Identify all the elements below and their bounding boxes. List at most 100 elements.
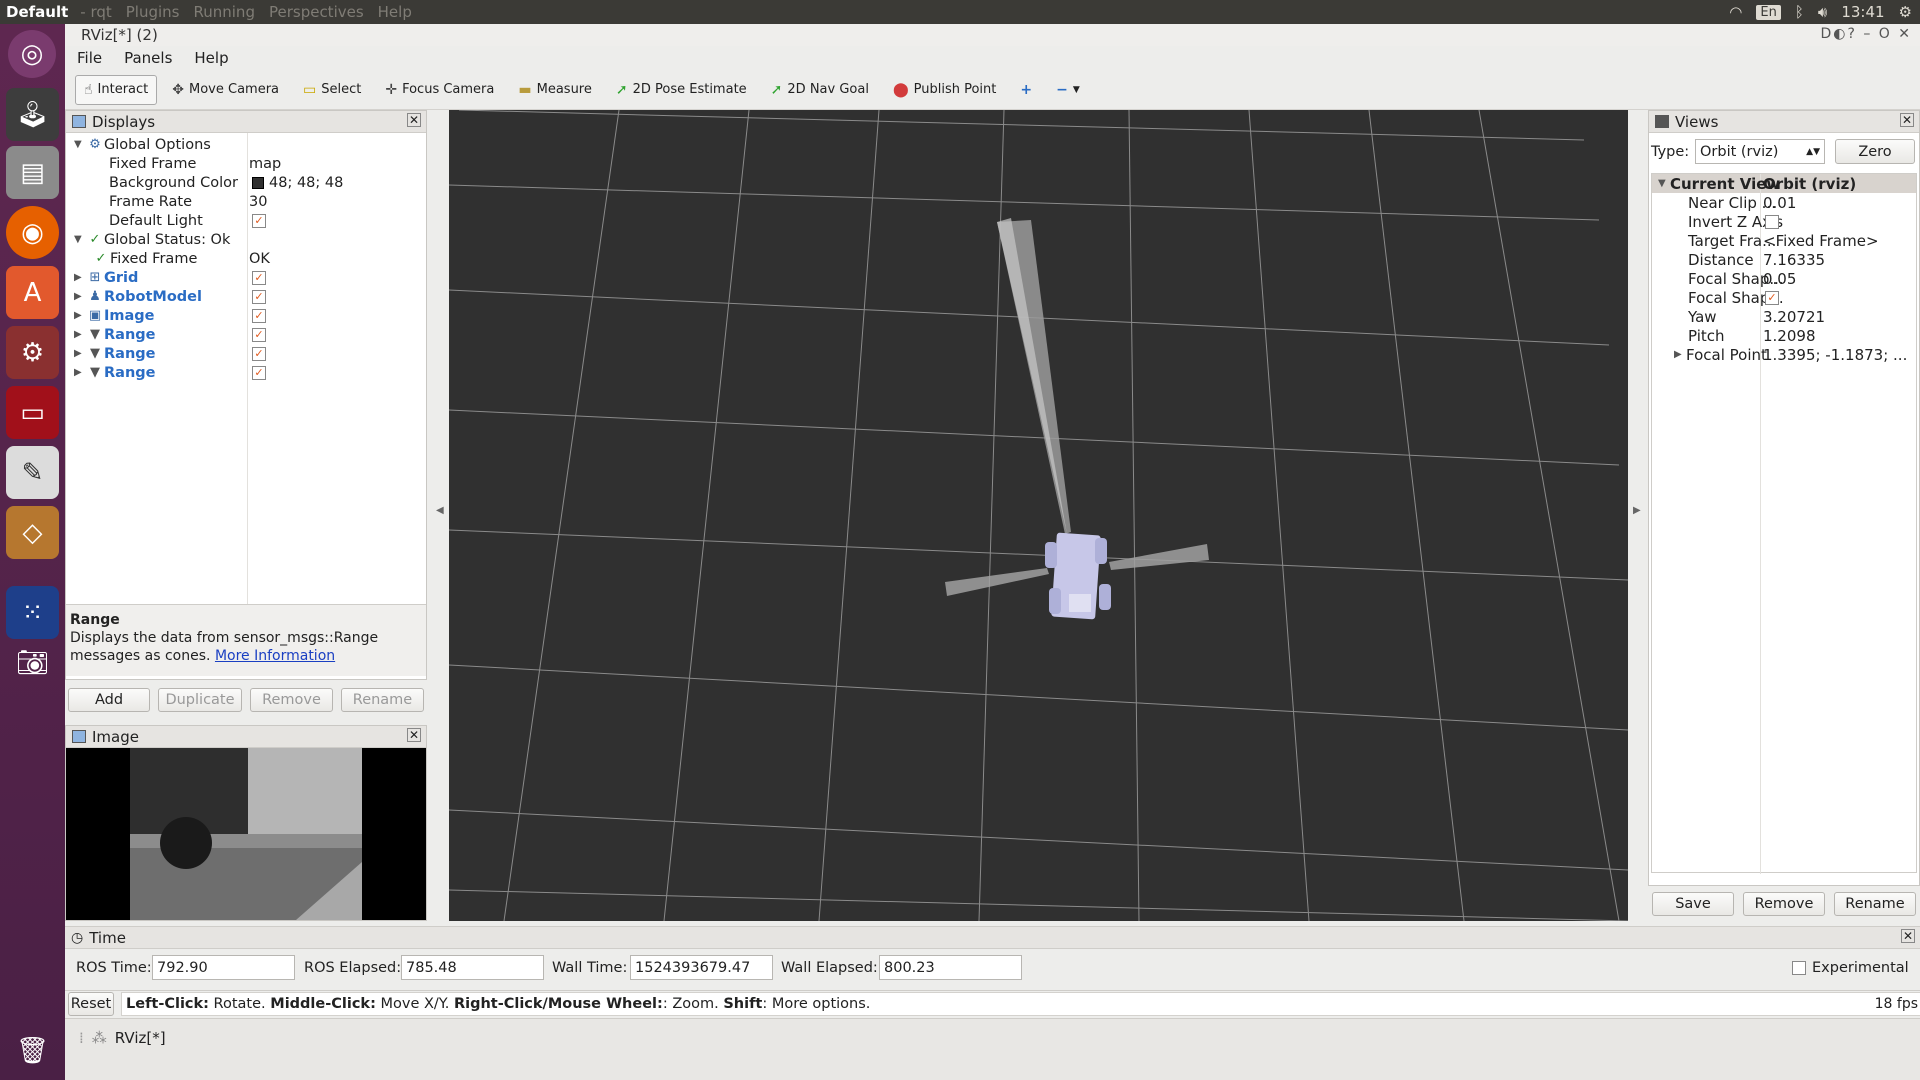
focus-camera-tool[interactable]: ✛ Focus Camera xyxy=(376,75,503,105)
yaw-value[interactable]: 3.20721 xyxy=(1763,307,1825,326)
collapse-arrow-icon[interactable]: ▶ xyxy=(1674,349,1686,360)
pitch-value[interactable]: 1.2098 xyxy=(1763,326,1816,345)
rename-view-button[interactable]: Rename xyxy=(1834,892,1916,916)
fixed-frame-value[interactable]: map xyxy=(249,154,281,173)
range-1-checkbox[interactable]: ✓ xyxy=(252,325,266,344)
remove-display-button[interactable]: Remove xyxy=(250,688,333,712)
menu-rqt[interactable]: - rqt xyxy=(80,3,112,21)
3d-scene[interactable] xyxy=(449,110,1628,921)
range-3-checkbox[interactable]: ✓ xyxy=(252,363,266,382)
close-icon[interactable]: ✕ xyxy=(1900,113,1914,127)
menu-plugins[interactable]: Plugins xyxy=(126,3,180,21)
default-light-checkbox[interactable]: ✓ xyxy=(252,211,266,230)
nav-goal-tool[interactable]: ➚ 2D Nav Goal xyxy=(762,75,878,105)
tree-row-range-3[interactable]: ▶ ▼ Range xyxy=(74,363,156,382)
remove-tool-button[interactable]: − ▼ xyxy=(1047,75,1089,105)
range-2-checkbox[interactable]: ✓ xyxy=(252,344,266,363)
focal-point-value[interactable]: 1.3395; -1.1873; ... xyxy=(1763,345,1907,364)
experimental-checkbox[interactable] xyxy=(1792,960,1806,975)
close-icon[interactable]: ✕ xyxy=(1901,929,1915,943)
color-swatch[interactable] xyxy=(252,176,264,189)
tree-row-robotmodel[interactable]: ▶ ♟ RobotModel xyxy=(74,287,202,306)
close-icon[interactable]: ✕ xyxy=(407,728,421,742)
settings-gear-icon[interactable]: ⚙ xyxy=(1899,3,1912,21)
add-tool-button[interactable]: + xyxy=(1011,75,1041,105)
text-editor-icon[interactable]: ✎ xyxy=(6,446,59,499)
presentation-app-icon[interactable]: ▭ xyxy=(6,386,59,439)
expand-arrow-icon[interactable]: ▼ xyxy=(74,234,86,245)
expand-arrow-icon[interactable]: ▼ xyxy=(74,139,86,150)
clock[interactable]: 13:41 xyxy=(1841,3,1884,21)
ubuntu-dash-icon[interactable]: ◎ xyxy=(8,30,56,78)
window-controls[interactable]: D◐? – O ✕ xyxy=(1820,26,1912,42)
invert-z-checkbox[interactable] xyxy=(1765,212,1779,231)
distance-value[interactable]: 7.16335 xyxy=(1763,250,1825,269)
right-dock-splitter[interactable]: ▶ xyxy=(1633,505,1641,516)
collapse-arrow-icon[interactable]: ▶ xyxy=(74,329,86,340)
robotmodel-checkbox[interactable]: ✓ xyxy=(252,287,266,306)
bg-color-value[interactable]: 48; 48; 48 xyxy=(252,173,343,192)
tree-row-range-1[interactable]: ▶ ▼ Range xyxy=(74,325,156,344)
collapse-arrow-icon[interactable]: ▶ xyxy=(74,291,86,302)
tree-row-image[interactable]: ▶ ▣ Image xyxy=(74,306,155,325)
menu-panels[interactable]: Panels xyxy=(124,49,172,67)
box-app-icon[interactable]: ◇ xyxy=(6,506,59,559)
zero-button[interactable]: Zero xyxy=(1835,139,1915,164)
render-viewport[interactable] xyxy=(449,110,1628,921)
tree-row-global-status[interactable]: ▼ ✓ Global Status: Ok xyxy=(74,230,230,249)
close-icon[interactable]: ✕ xyxy=(407,113,421,127)
near-clip-value[interactable]: 0.01 xyxy=(1763,193,1796,212)
collapse-arrow-icon[interactable]: ▶ xyxy=(74,310,86,321)
view-type-select[interactable]: Orbit (rviz) ▲▼ xyxy=(1695,139,1825,164)
menu-running[interactable]: Running xyxy=(194,3,255,21)
trash-icon[interactable]: 🗑︎ xyxy=(6,1024,59,1077)
taskbar-item-rviz[interactable]: ⁞ ⁂ RViz[*] xyxy=(79,1029,166,1047)
volume-icon[interactable]: 🔊︎ xyxy=(1818,3,1827,21)
select-tool[interactable]: ▭ Select xyxy=(294,75,370,105)
firefox-icon[interactable]: ◉ xyxy=(6,206,59,259)
software-center-icon[interactable]: A xyxy=(6,266,59,319)
more-information-link[interactable]: More Information xyxy=(215,648,335,664)
screenshot-icon[interactable]: 📷︎ xyxy=(6,636,59,689)
target-frame-value[interactable]: <Fixed Frame> xyxy=(1763,231,1879,250)
ros-elapsed-field[interactable]: 785.48 xyxy=(401,955,544,980)
collapse-arrow-icon[interactable]: ▶ xyxy=(74,272,86,283)
duplicate-display-button[interactable]: Duplicate xyxy=(158,688,242,712)
tree-row-grid[interactable]: ▶ ⊞ Grid xyxy=(74,268,138,287)
menu-perspectives[interactable]: Perspectives xyxy=(269,3,364,21)
rename-display-button[interactable]: Rename xyxy=(341,688,424,712)
ros-time-field[interactable]: 792.90 xyxy=(152,955,295,980)
frame-rate-value[interactable]: 30 xyxy=(249,192,267,211)
measure-tool[interactable]: ▬ Measure xyxy=(509,75,600,105)
app-grid-icon[interactable]: ⁙ xyxy=(6,586,59,639)
tree-row-range-2[interactable]: ▶ ▼ Range xyxy=(74,344,156,363)
expand-arrow-icon[interactable]: ▼ xyxy=(1658,178,1670,189)
image-checkbox[interactable]: ✓ xyxy=(252,306,266,325)
add-display-button[interactable]: Add xyxy=(68,688,150,712)
experimental-option[interactable]: Experimental xyxy=(1792,955,1909,980)
bluetooth-icon[interactable]: ᛒ xyxy=(1795,3,1804,21)
keyboard-layout[interactable]: En xyxy=(1756,4,1781,20)
wifi-icon[interactable]: ◠ xyxy=(1729,3,1742,21)
joystick-app-icon[interactable]: 🕹︎ xyxy=(6,88,59,141)
tree-row-global-options[interactable]: ▼ ⚙ Global Options xyxy=(74,135,211,154)
publish-point-tool[interactable]: ⬤ Publish Point xyxy=(884,75,1005,105)
focal-shape-size-value[interactable]: 0.05 xyxy=(1763,269,1796,288)
grid-checkbox[interactable]: ✓ xyxy=(252,268,266,287)
interact-tool[interactable]: ☝ Interact xyxy=(75,74,158,105)
menu-file[interactable]: File xyxy=(77,49,102,67)
menu-help[interactable]: Help xyxy=(194,49,228,67)
focal-point-label[interactable]: ▶ Focal Point xyxy=(1674,345,1767,364)
left-dock-splitter[interactable]: ◀ xyxy=(436,505,444,516)
collapse-arrow-icon[interactable]: ▶ xyxy=(74,367,86,378)
reset-button[interactable]: Reset xyxy=(68,992,114,1016)
wall-time-field[interactable]: 1524393679.47 xyxy=(630,955,773,980)
focal-shape-fixed-checkbox[interactable]: ✓ xyxy=(1765,288,1779,307)
collapse-arrow-icon[interactable]: ▶ xyxy=(74,348,86,359)
menu-help-top[interactable]: Help xyxy=(378,3,412,21)
save-view-button[interactable]: Save xyxy=(1652,892,1734,916)
remove-view-button[interactable]: Remove xyxy=(1743,892,1825,916)
system-settings-icon[interactable]: ⚙ xyxy=(6,326,59,379)
move-camera-tool[interactable]: ✥ Move Camera xyxy=(163,75,288,105)
files-icon[interactable]: ▤ xyxy=(6,146,59,199)
